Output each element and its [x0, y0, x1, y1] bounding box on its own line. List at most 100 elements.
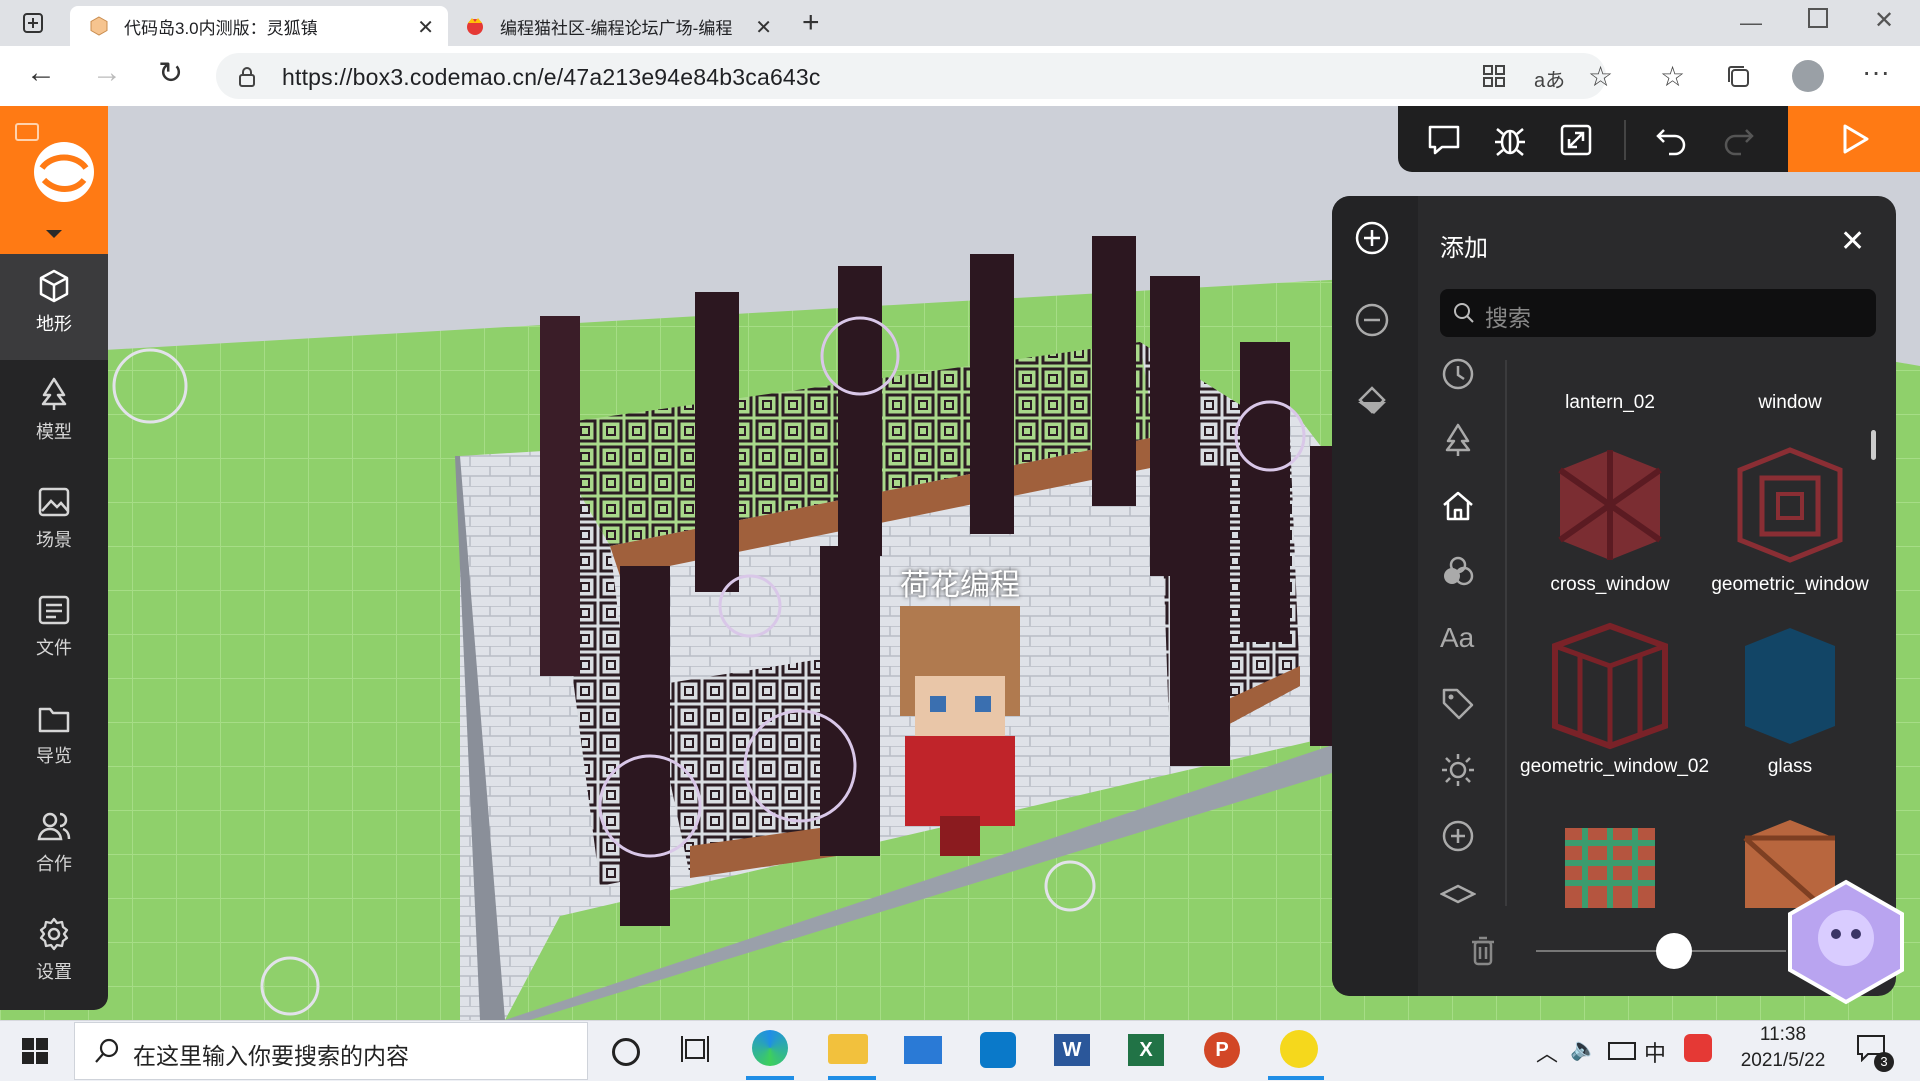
favorites-icon[interactable]: ☆: [1660, 60, 1685, 93]
add-circle-icon[interactable]: [1354, 220, 1390, 256]
mascot-badge[interactable]: [1782, 878, 1910, 1006]
shapes-icon[interactable]: [1440, 554, 1476, 590]
tab-codemao-island[interactable]: 代码岛3.0内测版：灵狐镇 ✕: [70, 6, 448, 46]
taskbar-search-input[interactable]: 在这里输入你要搜索的内容: [74, 1022, 588, 1080]
tab-title: 代码岛3.0内测版：灵狐镇: [124, 18, 318, 38]
remove-circle-icon[interactable]: [1354, 302, 1390, 338]
run-button[interactable]: [1788, 106, 1920, 172]
word-icon[interactable]: W: [1054, 1034, 1090, 1066]
file-explorer-icon[interactable]: [828, 1034, 868, 1064]
sidebar-item-label: 文件: [36, 638, 72, 658]
colorful-block-thumbnail: [1565, 828, 1655, 908]
plus-circle-icon[interactable]: [1440, 818, 1476, 854]
more-menu-icon[interactable]: ···: [1862, 56, 1890, 88]
asset-item-geometric-window[interactable]: geometric_window: [1700, 440, 1880, 600]
sidebar-item-guide[interactable]: 导览: [0, 686, 108, 792]
play-icon: [1843, 124, 1869, 154]
collections-icon[interactable]: [1726, 64, 1752, 95]
task-view-icon[interactable]: [680, 1034, 710, 1069]
asset-item-label: glass: [1767, 756, 1813, 777]
sidebar-item-cooperate[interactable]: 合作: [0, 794, 108, 900]
clock[interactable]: 11:38 2021/5/22: [1738, 1024, 1828, 1072]
close-tab-icon[interactable]: ✕: [755, 15, 772, 40]
excel-icon[interactable]: X: [1128, 1034, 1164, 1066]
profile-avatar-icon[interactable]: [1792, 60, 1824, 92]
text-icon[interactable]: Aa: [1440, 622, 1474, 654]
tab-actions-icon[interactable]: [22, 12, 44, 34]
music-app-icon[interactable]: [1280, 1030, 1318, 1068]
lock-icon[interactable]: [238, 66, 256, 93]
bug-icon[interactable]: [1492, 122, 1528, 158]
panel-title: 添加: [1440, 235, 1488, 262]
sidebar-item-label: 导览: [36, 746, 72, 766]
asset-item-geometric-window-02[interactable]: geometric_window_02: [1520, 616, 1709, 786]
asset-item-label: lantern_02: [1565, 392, 1655, 413]
undo-icon[interactable]: [1654, 122, 1690, 158]
sidebar-item-scene[interactable]: 场景: [0, 470, 108, 576]
panel-close-icon[interactable]: ✕: [1840, 224, 1865, 259]
asset-item-cross-window[interactable]: cross_window: [1520, 440, 1700, 600]
cortana-icon[interactable]: [612, 1038, 640, 1066]
panel-search-input[interactable]: 搜索: [1440, 289, 1876, 337]
tab-codemao-community[interactable]: 编程猫社区-编程论坛广场-编程 ✕: [446, 6, 786, 46]
close-tab-icon[interactable]: ✕: [417, 15, 434, 40]
dell-app-icon[interactable]: [980, 1032, 1016, 1068]
sidebar-item-file[interactable]: 文件: [0, 578, 108, 684]
minimize-icon[interactable]: —: [1740, 10, 1762, 36]
sidebar-item-settings[interactable]: 设置: [0, 902, 108, 1008]
panel-divider: [1505, 360, 1507, 906]
edge-browser-icon[interactable]: [752, 1030, 788, 1066]
tray-app-icon[interactable]: [1684, 1034, 1712, 1062]
volume-icon[interactable]: 🔈: [1570, 1036, 1597, 1062]
trash-icon[interactable]: [1470, 936, 1496, 971]
cross-window-thumbnail: [1558, 450, 1662, 560]
app-logo[interactable]: [0, 106, 108, 254]
redo-icon[interactable]: [1720, 122, 1756, 158]
asset-item-colorful-block[interactable]: [1520, 808, 1700, 908]
box3-logo-icon: [15, 123, 94, 238]
asset-item-glass[interactable]: glass: [1700, 616, 1880, 786]
read-aloud-icon[interactable]: aあ: [1534, 64, 1565, 93]
sun-icon[interactable]: [1440, 752, 1476, 788]
sidebar-item-label: 地形: [36, 314, 72, 334]
clock-date: 2021/5/22: [1740, 1050, 1826, 1071]
house-icon[interactable]: [1440, 488, 1476, 524]
clock-time: 11:38: [1759, 1024, 1807, 1045]
new-tab-icon[interactable]: +: [802, 6, 820, 40]
tree-icon[interactable]: [1440, 422, 1476, 458]
editor-toolbar: [1398, 106, 1788, 172]
asset-item-window[interactable]: window: [1700, 392, 1880, 414]
paint-bucket-icon[interactable]: [1354, 384, 1390, 420]
panel-tool-rail: [1332, 196, 1418, 996]
asset-item-lantern-02[interactable]: lantern_02: [1520, 392, 1700, 414]
tag-icon[interactable]: [1440, 686, 1476, 722]
history-icon[interactable]: [1440, 356, 1476, 392]
url-text[interactable]: https://box3.codemao.cn/e/47a213e94e84b3…: [282, 64, 821, 91]
users-icon: [37, 812, 71, 841]
resize-icon[interactable]: [1558, 122, 1594, 158]
layers-icon[interactable]: [1440, 884, 1476, 904]
refresh-icon[interactable]: ↻: [158, 56, 183, 91]
cat-favicon-icon: [467, 18, 483, 35]
app-grid-icon[interactable]: [1482, 64, 1506, 93]
chat-icon[interactable]: [1426, 122, 1462, 158]
powerpoint-icon[interactable]: P: [1204, 1032, 1240, 1068]
back-icon[interactable]: ←: [26, 56, 56, 90]
tray-chevron-icon[interactable]: ︿: [1536, 1036, 1558, 1068]
window-close-icon[interactable]: ✕: [1874, 6, 1894, 35]
restore-icon[interactable]: [1808, 8, 1828, 28]
player-name-label: 荷花编程: [900, 569, 1020, 602]
sidebar-item-terrain[interactable]: 地形: [0, 254, 108, 360]
cube-icon: [39, 269, 69, 303]
mail-icon[interactable]: [904, 1036, 942, 1064]
battery-icon[interactable]: [1608, 1042, 1636, 1060]
edge-active-indicator: [746, 1076, 794, 1080]
tree-icon: [41, 377, 67, 410]
ime-indicator[interactable]: 中: [1644, 1036, 1666, 1068]
sidebar-item-model[interactable]: 模型: [0, 362, 108, 468]
add-favorite-icon[interactable]: ☆: [1588, 60, 1613, 93]
geometric-window-thumbnail: [1737, 447, 1843, 563]
size-slider-thumb[interactable]: [1655, 933, 1692, 969]
forward-icon[interactable]: →: [92, 56, 122, 90]
windows-start-icon[interactable]: [22, 1038, 48, 1069]
